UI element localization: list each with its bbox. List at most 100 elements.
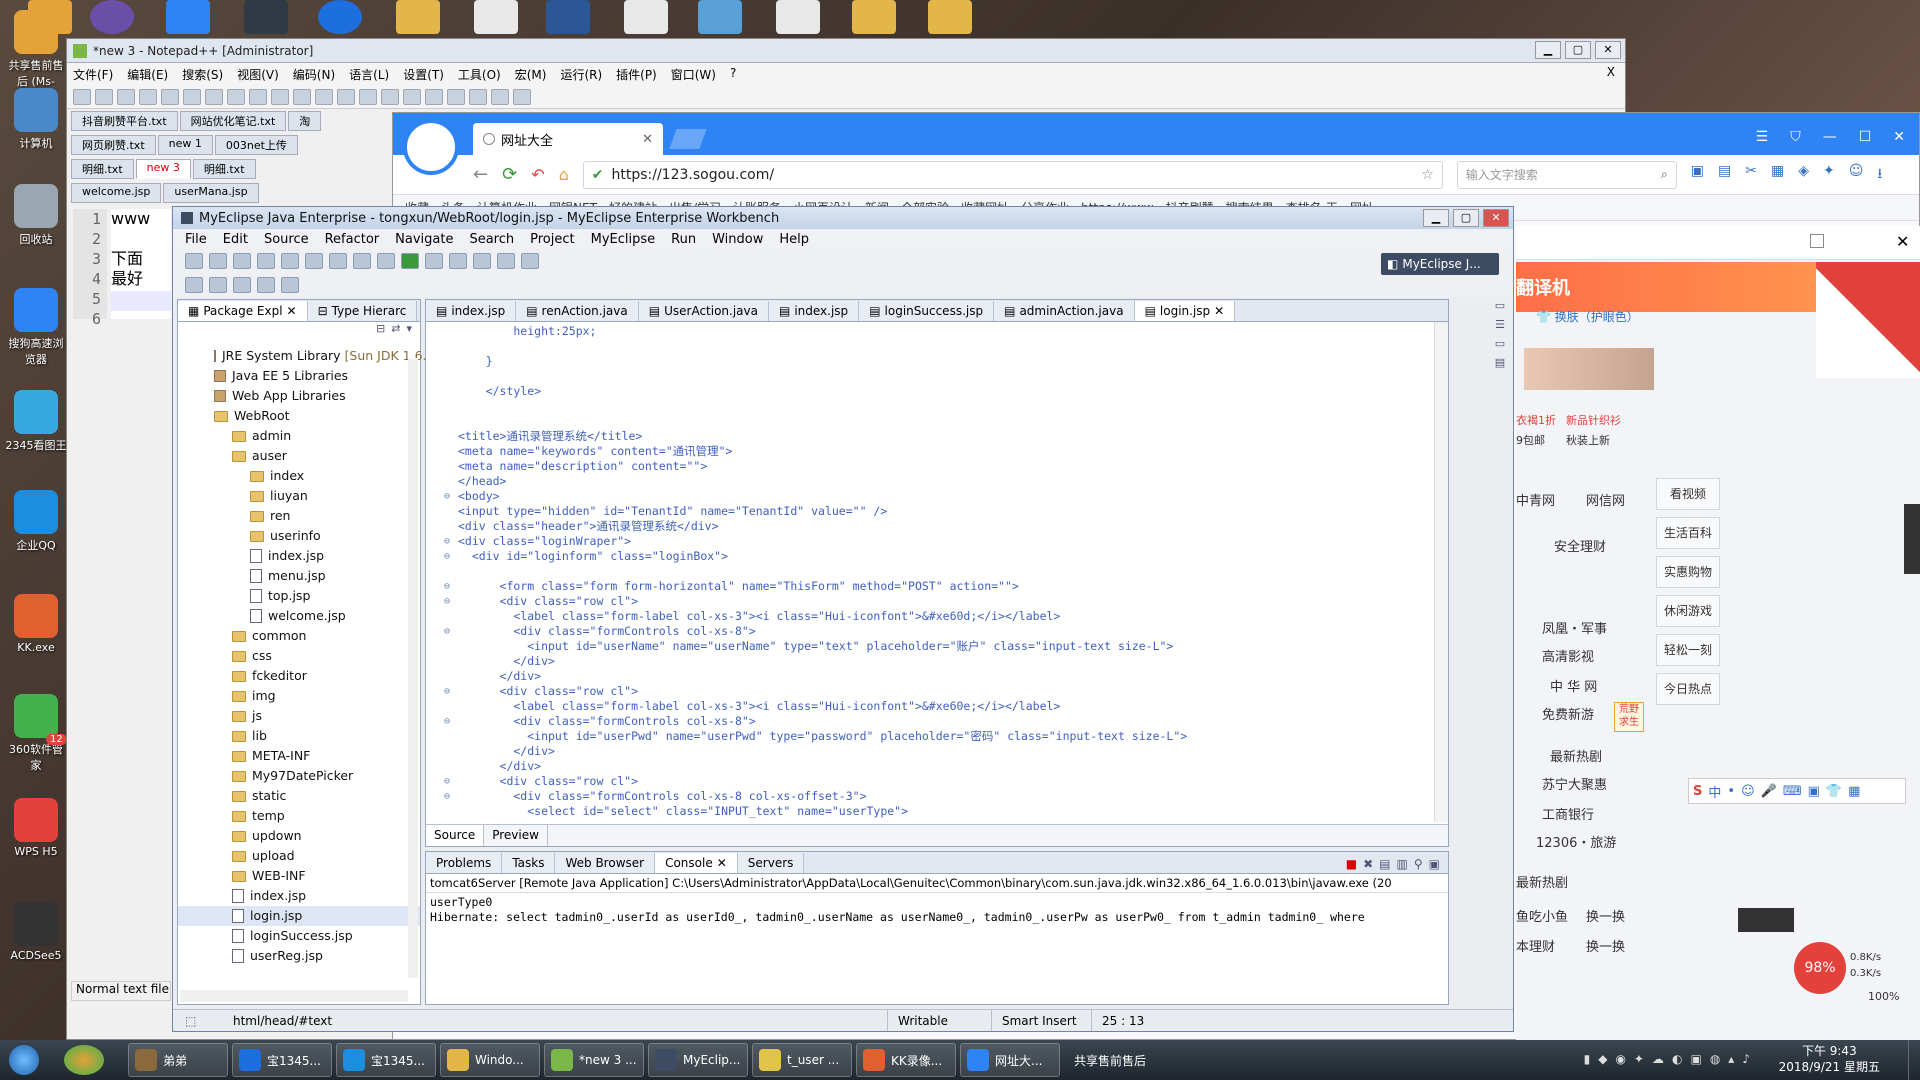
home-icon[interactable]: ⌂ [559,165,569,184]
minimize-button[interactable]: ▁ [1423,209,1449,227]
promo-text[interactable]: 衣褐1折 [1516,412,1556,428]
fold-marker[interactable] [444,339,458,354]
document-icon[interactable] [396,0,440,34]
fold-marker[interactable] [444,474,458,489]
open-type-icon[interactable] [473,253,491,269]
print-icon[interactable] [183,89,201,105]
notepad-tab[interactable]: new 1 [157,135,213,155]
menu-item[interactable]: 语言(L) [349,66,389,83]
page-link[interactable]: 凤凰・军事 [1542,618,1607,637]
checkbox[interactable] [1810,234,1824,248]
page-link[interactable]: 安全理财 [1554,536,1606,555]
app-icon[interactable] [90,0,134,34]
debug-icon[interactable] [377,253,395,269]
menu-item[interactable]: Edit [223,232,248,247]
editor-tab[interactable]: ▤ loginSuccess.jsp [859,301,995,321]
close-icon[interactable]: ✕ [287,304,297,318]
desktop-shortcut[interactable]: KK.exe [4,594,68,654]
remove-launch-icon[interactable]: ✖ [1363,857,1373,871]
side-button[interactable]: 今日热点 [1656,673,1720,705]
fold-marker[interactable] [444,729,458,744]
battery-icon[interactable]: ▮ [1584,1052,1591,1066]
bottom-tab[interactable]: Servers [737,853,805,873]
tree-item[interactable]: css [178,646,420,666]
desktop-shortcut[interactable]: 回收站 [4,184,68,247]
new-tab-button[interactable] [669,129,707,149]
find-icon[interactable] [315,89,333,105]
notepad-tab[interactable]: 网页刷赞.txt [71,135,156,155]
menu-item[interactable]: 工具(O) [458,66,501,83]
tree-item[interactable]: login.jsp [178,906,420,926]
notepad-tab[interactable]: 明细.txt [71,159,134,179]
tab-type-hierarchy[interactable]: ⊟ Type Hierarc [307,301,418,321]
show-desktop-button[interactable] [1908,1040,1920,1080]
close-icon[interactable]: ✕ [717,856,727,870]
tray-icon[interactable]: ☁ [1652,1052,1664,1066]
star-icon[interactable]: ☆ [1421,167,1434,183]
toolbar-icon[interactable]: ◈ [1798,163,1809,187]
deploy-icon[interactable] [305,253,323,269]
promo-text[interactable]: 9包邮 [1516,432,1545,448]
fold-marker[interactable] [444,369,458,384]
app-icon[interactable] [244,0,288,34]
notepad-tab[interactable]: welcome.jsp [71,183,162,203]
document-icon[interactable] [474,0,518,34]
link-editor-icon[interactable]: ⇄ [391,322,400,342]
new-icon[interactable] [185,253,203,269]
menu-item[interactable]: File [185,232,207,247]
print-icon[interactable] [257,253,275,269]
fold-marker[interactable] [444,324,458,339]
tree-item[interactable]: temp [178,806,420,826]
undo-close-icon[interactable]: ↶ [531,165,544,184]
maximize-button[interactable]: ▢ [1565,41,1591,59]
desktop-shortcut[interactable]: ACDSee5 [4,902,68,962]
page-link[interactable]: 工商银行 [1542,804,1594,823]
forward-icon[interactable] [281,277,299,293]
tab-source[interactable]: Source [426,825,485,846]
desktop-shortcut[interactable]: WPS H5 [4,798,68,858]
fold-marker[interactable] [444,699,458,714]
menu-item[interactable]: 编码(N) [293,66,335,83]
restore-icon[interactable]: ▭ [1495,337,1505,350]
search-icon[interactable]: ⌕ [1661,167,1668,182]
fold-marker[interactable]: ⊖ [444,774,458,789]
fold-marker[interactable] [444,414,458,429]
menu-item[interactable]: Window [712,232,763,247]
fold-marker[interactable] [444,354,458,369]
folder-icon[interactable] [852,0,896,34]
new-class-icon[interactable] [449,253,467,269]
fold-marker[interactable] [444,639,458,654]
last-edit-icon[interactable] [233,277,251,293]
notepad-tab[interactable]: 003net上传 [214,135,298,155]
clear-console-icon[interactable]: ▤ [1379,857,1390,871]
app-icon[interactable] [318,0,362,34]
back-icon[interactable]: ← [473,164,488,185]
indent-icon[interactable] [425,89,443,105]
taskbar-button[interactable]: MyEclip... [648,1043,748,1077]
tree-item[interactable]: index.jsp [178,886,420,906]
perspective-switcher[interactable]: ◧ MyEclipse J... [1381,253,1499,275]
maximize-button[interactable]: ▢ [1453,209,1479,227]
close-button[interactable]: ✕ [1595,41,1621,59]
side-button[interactable]: 生活百科 [1656,517,1720,549]
save-icon[interactable] [117,89,135,105]
bottom-tab[interactable]: Tasks [502,853,556,873]
scroll-lock-icon[interactable]: ▥ [1397,857,1408,871]
fold-marker[interactable] [444,429,458,444]
editor-vertical-scrollbar[interactable] [1434,322,1448,822]
bottom-tab[interactable]: Console ✕ [655,853,738,873]
menu-item[interactable]: Navigate [395,232,453,247]
ime-toolbar[interactable]: S 中 • ☺ 🎤 ⌨ ▣ 👕 ▦ [1688,778,1906,804]
zoom-level[interactable]: 100% [1868,990,1899,1003]
new-project-icon[interactable] [281,253,299,269]
skin-link[interactable]: 👕 换肤（护眼色） [1536,308,1639,325]
properties-icon[interactable]: ▤ [1495,356,1505,369]
page-link[interactable]: 免费新游 [1542,704,1594,723]
folder-icon[interactable] [928,0,972,34]
minimize-icon[interactable]: — [1823,129,1837,145]
wrap-icon[interactable] [403,89,421,105]
terminate-icon[interactable]: ■ [1346,857,1357,871]
refresh-icon[interactable]: ⟳ [502,164,517,185]
pin-icon[interactable] [521,253,539,269]
tree-item[interactable]: common [178,626,420,646]
